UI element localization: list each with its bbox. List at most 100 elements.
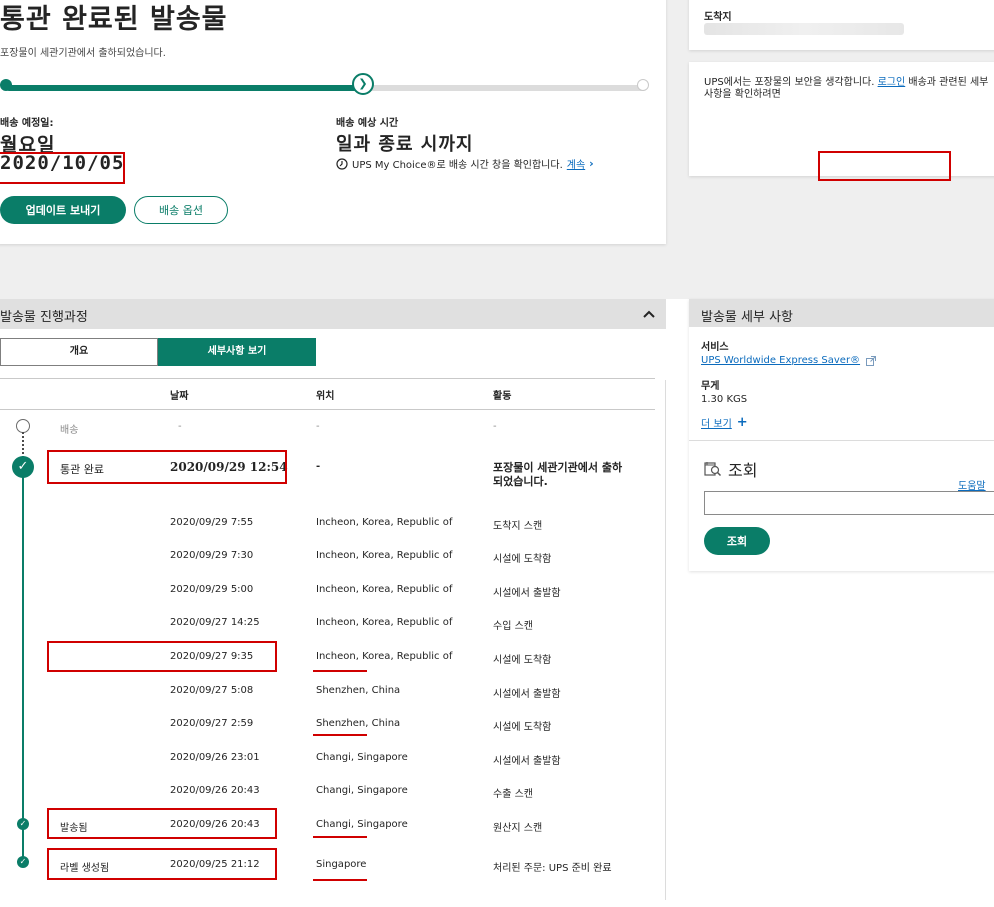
column-header-location: 위치	[316, 391, 335, 402]
service-link[interactable]: UPS Worldwide Express Saver®	[701, 355, 860, 366]
login-link[interactable]: 로그인	[878, 77, 906, 88]
row-location: -	[316, 461, 321, 472]
send-updates-button[interactable]: 업데이트 보내기	[0, 196, 126, 224]
chevron-right-icon[interactable]: ›	[589, 157, 594, 170]
lookup-icon	[704, 462, 722, 477]
destination-card: 도착지	[689, 0, 994, 50]
row-location: Changi, Singapore	[316, 819, 408, 830]
clock-icon	[336, 157, 348, 170]
progress-end-dot	[637, 79, 649, 91]
mychoice-line: UPS My Choice®로 배송 시간 창을 확인합니다. 계속 ›	[336, 156, 594, 171]
status-card: 통관 완료된 발송물 포장물이 세관기관에서 출하되었습니다. ❯ 배송 예정일…	[0, 0, 666, 244]
service-row: UPS Worldwide Express Saver®	[701, 355, 877, 366]
annotation-box	[818, 151, 951, 181]
table-top-rule	[0, 378, 655, 379]
destination-label: 도착지	[704, 12, 732, 23]
row-location: Shenzhen, China	[316, 685, 401, 696]
timeline-pending-dot	[16, 419, 30, 433]
login-notice-text-before: UPS에서는 포장물의 보안을 생각합니다.	[704, 77, 875, 88]
help-link[interactable]: 도움말	[958, 477, 986, 492]
annotation-box	[47, 808, 277, 839]
row-activity: 수출 스캔	[493, 789, 533, 800]
row-date: 2020/09/27 5:08	[170, 685, 254, 696]
page-title: 통관 완료된 발송물	[0, 4, 228, 35]
details-header: 발송물 세부 사항	[689, 299, 994, 327]
row-activity: 시설에 도착함	[493, 655, 552, 666]
row-activity: 시설에서 출발함	[493, 689, 561, 700]
more-row: 더 보기 +	[701, 415, 748, 431]
scheduled-label: 배송 예정일:	[0, 118, 54, 129]
row-location: Incheon, Korea, Republic of	[316, 584, 453, 595]
external-link-icon[interactable]	[866, 355, 877, 366]
chevron-up-icon[interactable]	[643, 310, 655, 318]
row-activity: 도착지 스캔	[493, 521, 543, 532]
more-link[interactable]: 더 보기	[701, 415, 732, 430]
row-location: Incheon, Korea, Republic of	[316, 517, 453, 528]
row-date: 2020/09/29 5:00	[170, 584, 254, 595]
details-title: 발송물 세부 사항	[701, 310, 793, 325]
row-activity: 처리된 주문: UPS 준비 완료	[493, 863, 612, 874]
lookup-input[interactable]	[704, 491, 994, 515]
progress-fill	[6, 85, 371, 91]
annotation-box	[47, 450, 287, 484]
row-status: 배송	[60, 425, 79, 436]
row-location: Incheon, Korea, Republic of	[316, 617, 453, 628]
chevron-right-icon: ❯	[352, 73, 374, 95]
row-location: Incheon, Korea, Republic of	[316, 651, 453, 662]
destination-value-redacted	[704, 23, 904, 35]
progress-tabs: 개요 세부사항 보기	[0, 338, 316, 366]
row-location: -	[316, 421, 320, 432]
row-location: Shenzhen, China	[316, 718, 401, 729]
lookup-button[interactable]: 조회	[704, 527, 770, 555]
row-activity: 시설에 도착함	[493, 722, 552, 733]
mychoice-text: UPS My Choice®로 배송 시간 창을 확인합니다.	[352, 160, 563, 171]
row-date: 2020/09/29 7:30	[170, 550, 254, 561]
annotation-underline	[313, 879, 367, 881]
progress-bar	[6, 85, 646, 91]
column-header-date: 날짜	[170, 391, 189, 402]
window-value: 일과 종료 시까지	[336, 134, 474, 155]
tab-overview[interactable]: 개요	[0, 338, 158, 366]
row-location: Changi, Singapore	[316, 785, 408, 796]
row-location: Changi, Singapore	[316, 752, 408, 763]
lookup-title: 조회	[728, 461, 758, 480]
timeline-line	[22, 476, 24, 861]
annotation-box-date	[0, 152, 125, 184]
annotation-box	[47, 641, 277, 672]
progress-section-title: 발송물 진행과정	[0, 310, 88, 325]
check-icon: ✓	[17, 818, 29, 830]
shipment-details-card: 발송물 세부 사항 서비스 UPS Worldwide Express Save…	[689, 299, 994, 571]
check-icon: ✓	[12, 456, 34, 478]
weight-value: 1.30 KGS	[701, 394, 748, 405]
row-location: Singapore	[316, 859, 367, 870]
tab-details[interactable]: 세부사항 보기	[158, 338, 316, 366]
details-divider	[689, 440, 994, 441]
timeline-dotted-line	[22, 432, 24, 458]
annotation-underline	[313, 836, 367, 838]
row-activity: 포장물이 세관기관에서 출하 되었습니다.	[493, 461, 623, 488]
row-date: 2020/09/26 23:01	[170, 752, 260, 763]
lookup-heading: 조회	[704, 457, 757, 481]
row-activity: 시설에 도착함	[493, 554, 552, 565]
column-header-activity: 활동	[493, 391, 512, 402]
progress-section-header[interactable]: 발송물 진행과정	[0, 299, 666, 329]
row-activity: -	[493, 421, 497, 432]
row-activity: 시설에서 출발함	[493, 756, 561, 767]
check-icon: ✓	[17, 856, 29, 868]
window-label: 배송 예상 시간	[336, 118, 399, 129]
weight-label: 무게	[701, 381, 720, 392]
progress-start-dot	[0, 79, 12, 91]
row-date: 2020/09/27 14:25	[170, 617, 260, 628]
row-activity: 수입 스캔	[493, 621, 533, 632]
annotation-box	[47, 848, 277, 880]
row-date: 2020/09/26 20:43	[170, 785, 260, 796]
delivery-options-button[interactable]: 배송 옵션	[134, 196, 228, 224]
annotation-underline	[313, 734, 367, 736]
row-date: -	[178, 421, 182, 432]
plus-icon[interactable]: +	[737, 416, 748, 429]
row-date: 2020/09/29 7:55	[170, 517, 254, 528]
panel-divider	[665, 380, 666, 900]
mychoice-continue-link[interactable]: 계속	[567, 156, 585, 171]
row-activity: 시설에서 출발함	[493, 588, 561, 599]
annotation-underline	[313, 670, 367, 672]
